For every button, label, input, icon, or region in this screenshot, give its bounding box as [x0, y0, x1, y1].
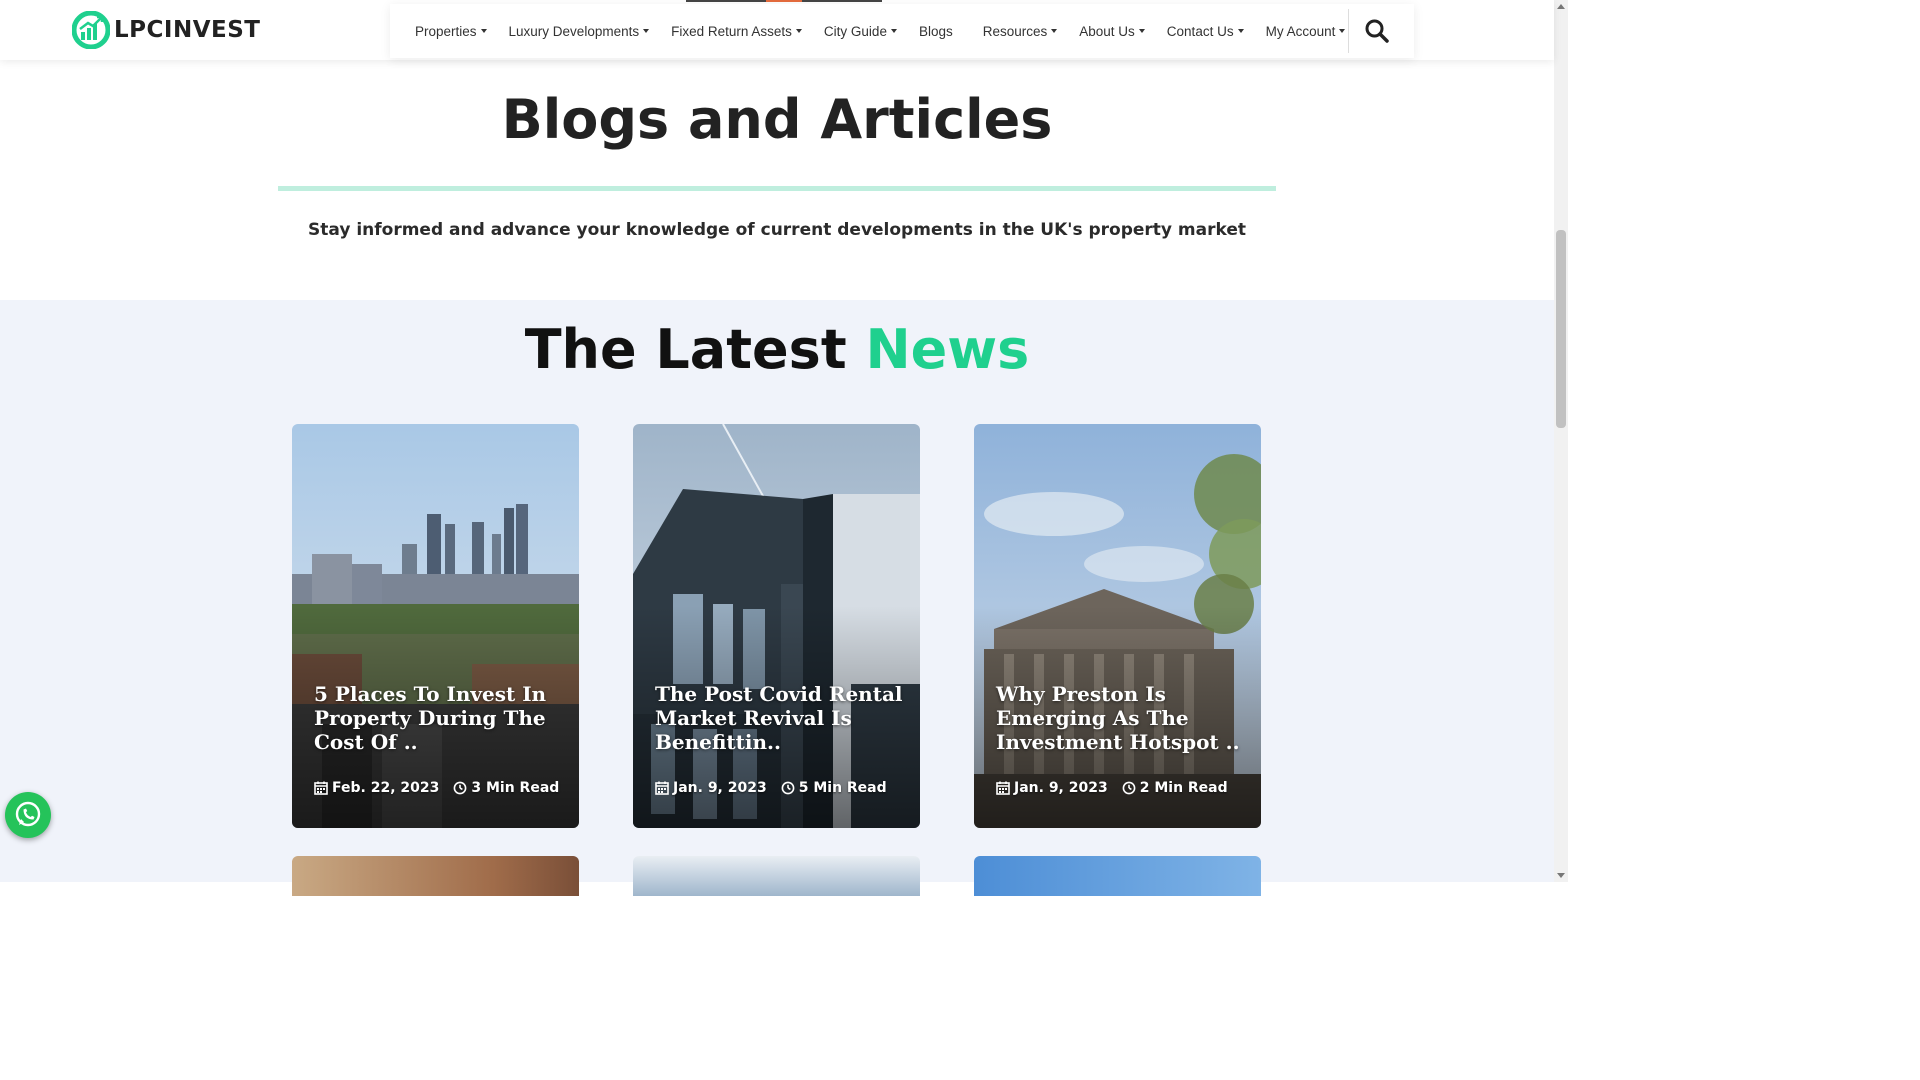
nav-item-contact-us[interactable]: Contact Us: [1167, 24, 1244, 39]
section-title: The Latest News: [524, 318, 1030, 381]
caret-down-icon: [890, 29, 897, 33]
scroll-down-icon[interactable]: [1557, 873, 1565, 878]
caret-down-icon: [1138, 29, 1145, 33]
news-card[interactable]: 5 Places To Invest In Property During Th…: [292, 424, 579, 828]
card-date: Jan. 9, 2023: [673, 780, 767, 796]
card-overlay: [974, 424, 1261, 828]
caret-down-icon: [1339, 29, 1346, 33]
latest-news-section: The Latest News 5 Places To Invest In Pr…: [0, 300, 1554, 896]
card-date: Jan. 9, 2023: [1014, 780, 1108, 796]
card-date: Feb. 22, 2023: [332, 780, 440, 796]
nav-item-fixed-return-assets[interactable]: Fixed Return Assets: [671, 24, 802, 39]
nav-item-properties[interactable]: Properties: [415, 24, 487, 39]
card-title: 5 Places To Invest In Property During Th…: [314, 682, 547, 754]
clock-icon: [1122, 781, 1136, 795]
card-read-time: 5 Min Read: [798, 780, 887, 796]
scroll-thumb[interactable]: [1556, 230, 1566, 428]
card-title: The Post Covid Rental Market Revival Is …: [655, 682, 903, 754]
card-title: Why Preston Is Emerging As The Investmen…: [996, 682, 1240, 754]
nav-divider: [1348, 9, 1349, 53]
clock-icon: [453, 781, 467, 795]
page-title: Blogs and Articles: [501, 88, 1053, 151]
card-overlay: [292, 424, 579, 828]
card-overlay: [633, 424, 920, 828]
site-header: LPCINVEST Properties Luxury Developments…: [0, 0, 1554, 60]
nav-item-my-account[interactable]: My Account: [1266, 24, 1346, 39]
caret-down-icon: [795, 29, 802, 33]
card-meta: Jan. 9, 2023 2 Min Read: [996, 780, 1228, 796]
calendar-icon: [314, 781, 328, 795]
whatsapp-button[interactable]: [5, 792, 51, 838]
clock-icon: [781, 781, 795, 795]
caret-down-icon: [643, 29, 650, 33]
card-meta: Jan. 9, 2023 5 Min Read: [655, 780, 887, 796]
calendar-icon: [996, 781, 1010, 795]
page-scrollbar[interactable]: [1554, 0, 1568, 882]
logo-icon: [72, 11, 110, 49]
hero-section: Blogs and Articles Stay informed and adv…: [0, 60, 1554, 300]
caret-down-icon: [1237, 29, 1244, 33]
nav-item-about-us[interactable]: About Us: [1079, 24, 1145, 39]
main-nav: Properties Luxury Developments Fixed Ret…: [390, 4, 1414, 58]
news-card[interactable]: Why Preston Is Emerging As The Investmen…: [974, 424, 1261, 828]
card-read-time: 2 Min Read: [1139, 780, 1228, 796]
page-subtitle: Stay informed and advance your knowledge…: [308, 220, 1246, 240]
nav-item-city-guide[interactable]: City Guide: [824, 24, 897, 39]
logo[interactable]: LPCINVEST: [72, 11, 260, 49]
search-icon[interactable]: [1363, 17, 1391, 45]
news-card[interactable]: [974, 856, 1261, 896]
card-read-time: 3 Min Read: [471, 780, 560, 796]
nav-item-blogs[interactable]: Blogs: [919, 24, 953, 39]
news-card[interactable]: [633, 856, 920, 896]
calendar-icon: [655, 781, 669, 795]
title-underline: [278, 186, 1276, 191]
nav-item-resources[interactable]: Resources: [983, 24, 1058, 39]
top-accent-highlight: [766, 0, 802, 2]
logo-text: LPCINVEST: [114, 17, 261, 43]
scroll-up-icon[interactable]: [1557, 4, 1565, 9]
news-card[interactable]: [292, 856, 579, 896]
caret-down-icon: [1051, 29, 1058, 33]
card-meta: Feb. 22, 2023 3 Min Read: [314, 780, 559, 796]
whatsapp-icon: [15, 801, 41, 827]
caret-down-icon: [480, 29, 487, 33]
news-card[interactable]: The Post Covid Rental Market Revival Is …: [633, 424, 920, 828]
nav-item-luxury-developments[interactable]: Luxury Developments: [509, 24, 650, 39]
